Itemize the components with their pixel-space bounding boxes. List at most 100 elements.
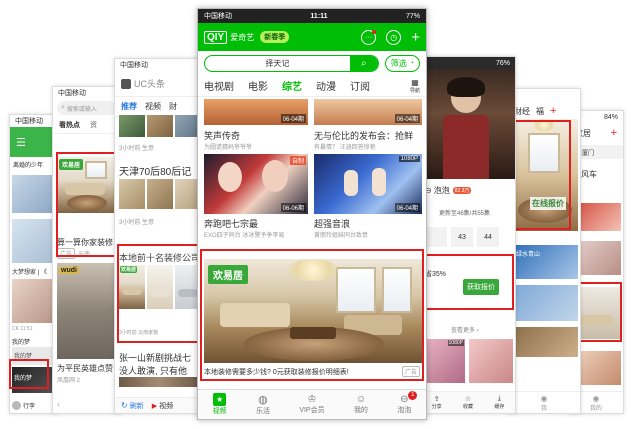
video-title[interactable]: 超强音浪 xyxy=(314,217,350,230)
more-icon[interactable]: ··· xyxy=(361,29,377,45)
tab-finance[interactable]: 财经 xyxy=(514,106,530,117)
tab-movies[interactable]: 电影 xyxy=(248,78,268,93)
bottom-nav: ★ 视频 ◍ 乐活 ♔ VIP会员 ☺ 我的 ⊖ 1 泡泡 xyxy=(198,389,426,419)
ad-highlight-box xyxy=(117,244,202,343)
status-bar xyxy=(508,89,580,101)
tab-lifestyle[interactable]: ◍ 乐活 xyxy=(256,393,270,416)
add-icon[interactable]: + xyxy=(411,30,420,45)
see-more-link[interactable]: 查看更多 › xyxy=(451,325,479,334)
episode-tag: 06-04期 xyxy=(394,114,420,123)
menu-icon[interactable]: ☰ xyxy=(16,136,26,149)
video-card[interactable]: 06-04期 xyxy=(314,99,422,125)
video-icon[interactable]: ▶ xyxy=(152,402,157,410)
video-title[interactable]: 笑声传奇 xyxy=(204,129,240,142)
episode-button[interactable]: 44 xyxy=(477,227,499,247)
refresh-button[interactable]: 刷新 xyxy=(130,401,144,411)
tab-recommend[interactable]: 推荐 xyxy=(121,101,137,112)
video-thumbnail[interactable] xyxy=(12,279,56,323)
search-button[interactable]: ⌕ xyxy=(349,55,378,71)
profile-icon[interactable]: ◉ xyxy=(593,394,600,403)
video-thumbnail[interactable]: 1080P xyxy=(425,339,465,383)
article-thumbnail[interactable] xyxy=(119,377,199,387)
tab-video[interactable]: ★ 视频 xyxy=(213,393,227,416)
tab-mine[interactable]: ☺ 我的 xyxy=(354,394,368,415)
add-icon[interactable]: + xyxy=(611,127,617,139)
avatar xyxy=(12,401,21,410)
tab-me[interactable]: 我 xyxy=(541,403,547,412)
ad-highlight-box xyxy=(420,254,514,310)
video-thumbnail[interactable] xyxy=(12,219,56,263)
promo-badge[interactable]: 新春季 xyxy=(260,31,290,43)
article-title[interactable]: 为平民英雄点赞 xyxy=(57,363,113,374)
tab-variety[interactable]: 综艺 xyxy=(282,78,302,93)
search-input[interactable]: 择天记 xyxy=(205,58,350,69)
episode-button[interactable] xyxy=(425,227,447,247)
episode-button[interactable]: 43 xyxy=(451,227,473,247)
notification-dot xyxy=(372,29,377,34)
episode-tag: 06-04期 xyxy=(280,114,306,123)
tab-hot[interactable]: 看热点 xyxy=(59,120,80,130)
video-card[interactable]: 06-04期 xyxy=(204,99,308,125)
app-header: UC头条 xyxy=(115,71,201,97)
tab-tv[interactable]: 电视剧 xyxy=(204,78,234,93)
tab-anime[interactable]: 动漫 xyxy=(316,78,336,93)
download-button[interactable]: ⤓ 缓存 xyxy=(494,395,504,410)
article-meta: 3小时前 生意 xyxy=(119,146,155,152)
back-icon[interactable]: ‹ xyxy=(57,399,60,409)
episode-tag: 06-04期 xyxy=(394,203,420,212)
video-thumbnail[interactable] xyxy=(12,175,56,213)
article-thumbnail[interactable] xyxy=(147,179,173,209)
filter-button[interactable]: 筛选 ◔ xyxy=(384,54,420,72)
caption: 离婚的少年 xyxy=(13,163,44,169)
phone-c: 中国移动 UC头条 推荐 视频 财 3小时前 生意 天津70后80后记忆 3小时… xyxy=(114,58,202,414)
favorite-button[interactable]: ☆ 收藏 xyxy=(463,395,473,410)
video-player[interactable] xyxy=(421,69,515,179)
tab-bar: 财经 福 + xyxy=(508,101,580,121)
tab-welfare[interactable]: 福 xyxy=(536,106,544,117)
tab-finance[interactable]: 财 xyxy=(169,101,177,112)
history-icon[interactable]: ◷ xyxy=(386,29,402,45)
bottom-user[interactable]: 行李 xyxy=(12,401,35,410)
search-icon: ⌕ xyxy=(360,57,367,69)
original-tag: 自制 xyxy=(289,156,306,165)
video-card[interactable]: 自制 06-06期 xyxy=(204,154,308,214)
bottom-bar: ⇪ 分享 ☆ 收藏 ⤓ 缓存 xyxy=(421,391,515,413)
caption: 我的梦 xyxy=(12,340,31,346)
video-thumbnail[interactable] xyxy=(469,339,513,383)
uc-logo-icon xyxy=(121,78,131,89)
search-icon: ⌕ xyxy=(61,104,65,111)
profile-icon[interactable]: ◉ xyxy=(541,394,548,403)
phone-d: 76% ⊖ 泡泡 82.3万 更新至46集/共55集 43 44 省35% 获取… xyxy=(420,56,516,414)
ad-highlight-box xyxy=(9,359,49,389)
share-button[interactable]: ⇪ 分享 xyxy=(432,395,442,410)
tab-bubble[interactable]: 泡泡 xyxy=(434,185,450,196)
tab-bubble[interactable]: ⊖ 1 泡泡 xyxy=(397,391,418,415)
article-thumbnail[interactable] xyxy=(119,179,145,209)
article-thumbnail[interactable] xyxy=(512,285,578,321)
article-title[interactable]: 没人敢演, 只有他 xyxy=(119,364,187,377)
nav-menu[interactable]: ▦ 导航 xyxy=(410,78,420,94)
tab-video[interactable]: 视频 xyxy=(145,101,161,112)
episode-grid: 43 44 xyxy=(425,227,499,247)
app-header: QIY 爱奇艺 新春季 ··· ◷ + xyxy=(198,23,426,51)
article-thumbnail[interactable] xyxy=(119,115,145,137)
caption: CK 11:51 xyxy=(12,326,33,332)
tab-subscribe[interactable]: 订阅 xyxy=(350,78,370,93)
article-thumbnail[interactable] xyxy=(147,115,173,137)
article-thumbnail[interactable]: wudi xyxy=(57,263,119,359)
refresh-icon[interactable]: ↻ xyxy=(121,401,128,410)
video-button[interactable]: 视频 xyxy=(159,401,173,411)
tab-news[interactable]: 资 xyxy=(90,120,97,130)
filter-icon: ◔ xyxy=(409,59,414,67)
tab-mine[interactable]: 我的 xyxy=(590,403,602,412)
tab-vip[interactable]: ♔ VIP会员 xyxy=(299,394,324,415)
video-card[interactable]: 1080P 06-04期 xyxy=(314,154,422,214)
article-thumbnail[interactable]: 绿水青山 xyxy=(512,245,578,279)
video-title[interactable]: 奔跑吧七宗最 xyxy=(204,217,258,230)
article-thumbnail[interactable] xyxy=(512,327,578,357)
video-title[interactable]: 无与伦比的发布会：抢鲜 xyxy=(314,129,413,142)
search-field[interactable]: 择天记 ⌕ xyxy=(204,54,379,72)
add-icon[interactable]: + xyxy=(550,105,556,117)
article-title[interactable]: 张一山新剧挑战七 xyxy=(119,351,191,364)
search-bar[interactable]: ⌕ 搜索或输入 xyxy=(57,101,117,115)
